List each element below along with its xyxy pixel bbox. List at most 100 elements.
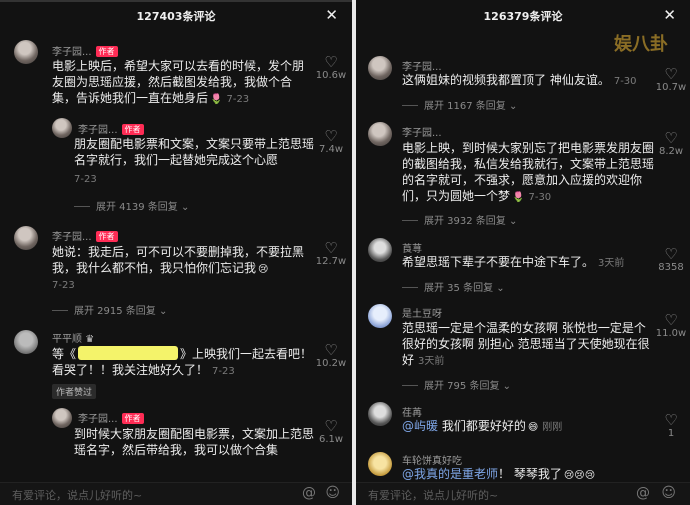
heart-icon: ♡ (664, 129, 678, 147)
like-count: 10.2w (315, 358, 347, 369)
comment-input-bar[interactable]: 有爱评论，说点儿好听的~ @ ☺ (0, 482, 352, 505)
mention-link[interactable]: @我真的是重老师 (402, 467, 498, 481)
like-button[interactable]: ♡ 10.6w (314, 54, 348, 81)
like-button[interactable]: ♡ 7.4w (314, 128, 348, 155)
top-divider (0, 0, 352, 2)
comment-input-bar[interactable]: 有爱评论，说点儿好听的~ @ ☺ (356, 482, 690, 505)
like-count: 12.7w (315, 256, 347, 267)
username[interactable]: 平平顺 ♛ (52, 330, 94, 345)
chevron-down-icon: ⌄ (159, 306, 168, 317)
comment-text: 她说：我走后，可不可以不要删掉我，不要拉黑我，我什么都不怕，我只怕你们忘记我 😢 (52, 244, 314, 278)
crown-icon: ♛ (85, 334, 95, 345)
avatar[interactable] (368, 304, 392, 328)
comment-count-title: 126379条评论 (483, 10, 563, 23)
heart-icon: ♡ (324, 53, 338, 71)
like-button[interactable]: ♡ 1 (654, 412, 688, 439)
at-icon[interactable]: @ (302, 485, 316, 501)
chevron-down-icon: ⌄ (502, 381, 512, 392)
like-button[interactable]: ♡ 10.2w (314, 342, 348, 369)
comment-time: 7-23 (74, 174, 97, 185)
comment-input[interactable]: 有爱评论，说点儿好听的~ (368, 487, 498, 503)
heart-icon: ♡ (664, 245, 678, 263)
like-count: 8358 (658, 262, 684, 273)
comment-text: @屿暖 我们都要好好的 😄 刚刚 (402, 418, 654, 436)
username[interactable]: 李子园... 作者 (78, 410, 144, 425)
avatar[interactable] (368, 122, 392, 146)
comment-text: 到时候大家朋友圈配图电影票，文案加上范思瑶名字，然后带给我，我可以做个合集 (74, 427, 315, 457)
comment-time: 7-23 (212, 366, 235, 377)
emoji-icon[interactable]: ☺ (325, 485, 340, 501)
mention-link[interactable]: @屿暖 (402, 419, 438, 433)
close-icon[interactable]: ✕ (325, 6, 338, 24)
avatar[interactable] (14, 226, 38, 250)
heart-icon: ♡ (664, 311, 678, 329)
like-count: 8.2w (658, 146, 684, 157)
close-icon[interactable]: ✕ (663, 6, 676, 24)
comment-text: 希望思瑶下辈子不要在中途下车了。 3天前 (402, 255, 625, 269)
avatar[interactable] (14, 330, 38, 354)
author-badge: 作者 (95, 231, 118, 242)
tulip-emoji-icon: 🌷 (210, 94, 223, 105)
watermark-logo: 娱八卦 (614, 34, 668, 55)
avatar[interactable] (14, 40, 38, 64)
avatar[interactable] (52, 408, 72, 428)
comment-text: 电影上映，到时候大家别忘了把电影票发朋友圈的截图给我，私信发给我就行，文案带上范… (402, 140, 654, 206)
heart-icon: ♡ (324, 417, 338, 435)
comments-panel-right: 126379条评论 ✕ 娱八卦 李子园... 这俩姐妹的视频我都置顶了 神仙友谊… (356, 0, 690, 505)
like-button[interactable]: ♡ 11.0w (654, 312, 688, 339)
username[interactable]: 车轮饼真好吃 (402, 452, 462, 467)
heart-icon: ♡ (324, 127, 338, 145)
chevron-down-icon: ⌄ (509, 216, 518, 227)
expand-replies-button[interactable]: 展开 35 条回复 ⌄ (402, 279, 505, 294)
like-count: 6.1w (318, 434, 344, 445)
author-liked-tag: 作者赞过 (52, 384, 97, 399)
like-count: 11.0w (655, 328, 687, 339)
username[interactable]: 是土豆呀 (402, 305, 442, 320)
username[interactable]: 李子园... (402, 124, 442, 139)
at-icon[interactable]: @ (636, 485, 650, 501)
like-button[interactable]: ♡ 12.7w (314, 240, 348, 267)
like-count: 7.4w (318, 144, 344, 155)
username[interactable]: 李子园... 作者 (78, 121, 144, 136)
avatar[interactable] (368, 56, 392, 80)
expand-replies-button[interactable]: 展开 1167 条回复 ⌄ (402, 97, 517, 112)
comment-text: 等《 》上映我们一起去看吧！看哭了！！我关注她好久了！ 7-23 (52, 346, 313, 377)
avatar[interactable] (368, 402, 392, 426)
like-button[interactable]: ♡ 6.1w (314, 418, 348, 445)
author-badge: 作者 (121, 413, 144, 424)
like-count: 10.7w (655, 82, 687, 93)
username[interactable]: 李子园... (402, 58, 442, 73)
comment-text: 范思瑶一定是个温柔的女孩啊 张悦也一定是个很好的女孩啊 别担心 范思瑶当了天使她… (402, 321, 650, 367)
heart-icon: ♡ (664, 411, 678, 429)
avatar[interactable] (368, 452, 392, 476)
heart-icon: ♡ (664, 65, 678, 83)
smile-emoji-icon: 😄 (527, 422, 539, 433)
like-button[interactable]: ♡ 8358 (654, 246, 688, 273)
comment-text: 这俩姐妹的视频我都置顶了 神仙友谊。 7-30 (402, 73, 637, 87)
chevron-down-icon: ⌄ (509, 101, 518, 112)
username[interactable]: 李子园... 作者 (52, 43, 118, 58)
expand-replies-button[interactable]: 展开 4139 条回复 ⌄ (74, 198, 189, 213)
tulip-emoji-icon: 🌷 (512, 192, 525, 203)
comment-time: 刚刚 (542, 422, 563, 433)
heart-icon: ♡ (324, 341, 338, 359)
author-badge: 作者 (121, 124, 144, 135)
comment-time: 7-30 (528, 192, 552, 203)
expand-replies-button[interactable]: 展开 2915 条回复 ⌄ (52, 302, 167, 317)
like-button[interactable]: ♡ 8.2w (654, 130, 688, 157)
username[interactable]: 李子园... 作者 (52, 228, 118, 243)
avatar[interactable] (368, 238, 392, 262)
crying-emoji-icon: 😢 (258, 264, 269, 275)
username[interactable]: 荏苒 (402, 404, 422, 419)
comment-text: 电影上映后，希望大家可以去看的时候，发个朋友圈为思瑶应援，然后截图发给我，我做个… (52, 58, 314, 108)
username[interactable]: 莨荨 (402, 240, 422, 255)
author-badge: 作者 (95, 46, 118, 57)
expand-replies-button[interactable]: 展开 795 条回复 ⌄ (402, 377, 511, 392)
expand-replies-button[interactable]: 展开 3932 条回复 ⌄ (402, 212, 517, 227)
avatar[interactable] (52, 118, 72, 138)
chevron-down-icon: ⌄ (496, 283, 505, 294)
like-button[interactable]: ♡ 10.7w (654, 66, 688, 93)
like-count: 1 (667, 428, 675, 439)
emoji-icon[interactable]: ☺ (661, 485, 676, 501)
comment-input[interactable]: 有爱评论，说点儿好听的~ (12, 487, 142, 503)
